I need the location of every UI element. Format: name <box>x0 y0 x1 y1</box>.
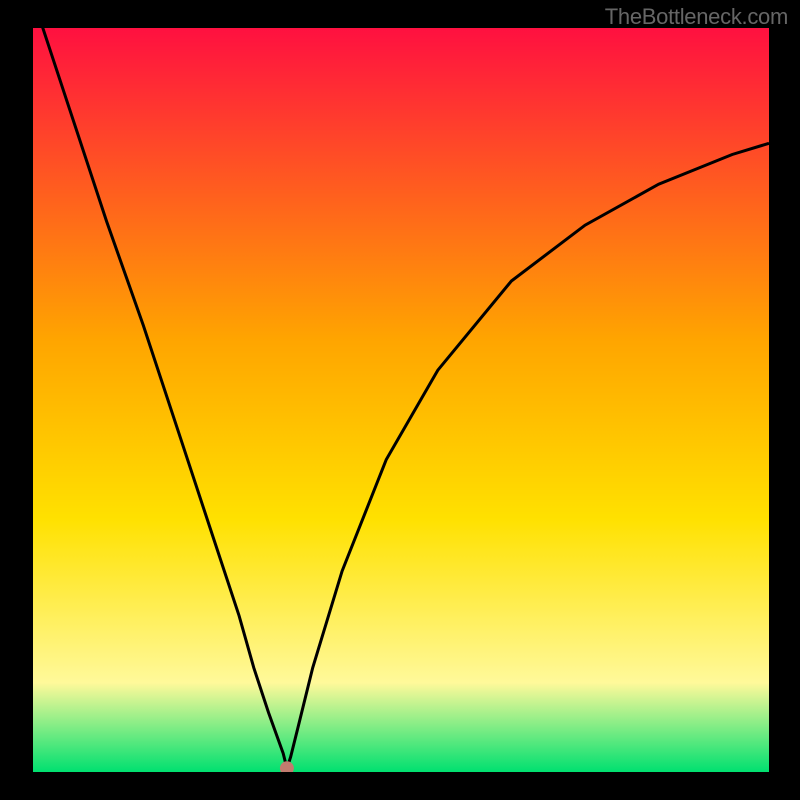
bottleneck-curve <box>33 28 769 768</box>
plot-frame <box>33 28 769 772</box>
watermark-text: TheBottleneck.com <box>605 4 788 30</box>
curve-layer <box>33 28 769 772</box>
min-marker-dot <box>280 761 294 772</box>
